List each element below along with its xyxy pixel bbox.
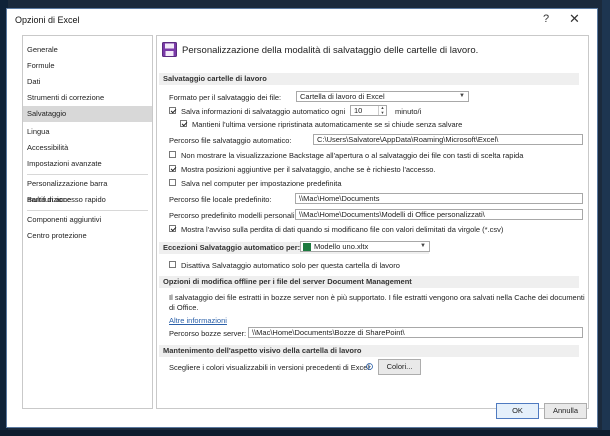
autosave-minutes-value: 10 [354,106,363,115]
save-local-checkbox[interactable] [169,179,176,186]
nav-item-centro-protezione[interactable]: Centro protezione [23,228,152,244]
nav-divider [27,174,148,175]
save-local-label: Salva nel computer per impostazione pred… [181,179,342,188]
content-scrollbar[interactable]: ▲ ▼ [588,36,589,408]
nav-divider [27,210,148,211]
desktop-bottom-edge [0,430,610,436]
autosave-checkbox[interactable] [169,107,176,114]
workbook-dropdown[interactable]: Modello uno.xltx ▼ [300,241,430,252]
excel-options-dialog: Opzioni di Excel ? ✕ Generale Formule Da… [6,8,598,428]
nav-item-salvataggio[interactable]: Salvataggio [23,106,152,122]
backstage-checkbox[interactable] [169,151,176,158]
section-offline-editing: Opzioni di modifica offline per i file d… [159,276,579,288]
local-path-label: Percorso file locale predefinito: [169,195,272,204]
templates-path-input[interactable]: \\Mac\Home\Documents\Modelli di Office p… [295,209,583,220]
nav-item-strumenti-correzione[interactable]: Strumenti di correzione [23,90,152,106]
nav-item-impostazioni-avanzate[interactable]: Impostazioni avanzate [23,156,152,172]
local-path-value: \\Mac\Home\Documents [299,194,380,203]
ok-button[interactable]: OK [496,403,539,419]
offline-info-line1: Il salvataggio dei file estratti in bozz… [169,293,585,302]
autosave-minutes-stepper[interactable]: 10 ▲ ▼ [350,105,387,116]
format-label: Formato per il salvataggio dei file: [169,93,282,102]
keep-last-version-label: Mantieni l'ultima versione ripristinata … [192,120,463,129]
templates-path-label: Percorso predefinito modelli personali: [169,211,297,220]
drafts-label: Percorso bozze server: [169,329,247,338]
nav-item-formule[interactable]: Formule [23,58,152,74]
disable-autosave-checkbox[interactable] [169,261,176,268]
excel-file-icon [303,243,311,251]
nav-item-generale[interactable]: Generale [23,42,152,58]
backstage-label: Non mostrare la visualizzazione Backstag… [181,151,524,160]
titlebar: Opzioni di Excel ? ✕ [7,9,597,31]
info-icon[interactable] [366,363,373,370]
autorecover-path-input[interactable]: C:\Users\Salvatore\AppData\Roaming\Micro… [313,134,583,145]
colors-button[interactable]: Colori... [378,359,421,375]
format-dropdown[interactable]: Cartella di lavoro di Excel ▼ [296,91,469,102]
page-header: Personalizzazione della modalità di salv… [182,45,479,56]
chevron-down-icon: ▼ [420,243,426,249]
drafts-path-input[interactable]: \\Mac\Home\Documents\Bozze di SharePoint… [248,327,583,338]
scroll-down-icon[interactable]: ▼ [588,399,589,408]
keep-last-version-checkbox[interactable] [180,120,187,127]
local-path-input[interactable]: \\Mac\Home\Documents [295,193,583,204]
csv-warning-label: Mostra l'avviso sulla perdita di dati qu… [181,225,504,234]
offline-info-line2: di Office. [169,303,199,312]
workbook-value: Modello uno.xltx [314,242,369,251]
nav-item-lingua[interactable]: Lingua [23,124,152,140]
autosave-label: Salva informazioni di salvataggio automa… [181,107,346,116]
help-button[interactable]: ? [543,13,549,25]
show-locations-label: Mostra posizioni aggiuntive per il salva… [181,165,436,174]
save-disk-icon [162,42,177,57]
nav-item-barra-accesso-rapido[interactable]: Barra di accesso rapido [23,192,152,208]
scroll-up-icon[interactable]: ▲ [588,36,589,45]
csv-warning-checkbox[interactable] [169,225,176,232]
section-visual-appearance: Mantenimento dell'aspetto visivo della c… [159,345,579,357]
nav-item-componenti-aggiuntivi[interactable]: Componenti aggiuntivi [23,212,152,228]
autorecover-path-value: C:\Users\Salvatore\AppData\Roaming\Micro… [317,135,499,144]
dialog-title: Opzioni di Excel [15,15,80,25]
more-info-link[interactable]: Altre informazioni [169,316,227,325]
chevron-down-icon: ▼ [459,93,465,99]
disable-autosave-label: Disattiva Salvataggio automatico solo pe… [181,261,400,270]
options-content: Personalizzazione della modalità di salv… [156,35,589,409]
show-locations-checkbox[interactable] [169,165,176,172]
options-nav: Generale Formule Dati Strumenti di corre… [22,35,153,409]
colors-label: Scegliere i colori visualizzabili in ver… [169,363,372,372]
close-button[interactable]: ✕ [569,11,580,27]
exceptions-title: Eccezioni Salvataggio automatico per: [163,243,301,252]
cancel-button[interactable]: Annulla [544,403,587,419]
desktop-right-edge [602,0,610,436]
nav-item-dati[interactable]: Dati [23,74,152,90]
minutes-unit: minuto/i [395,107,422,116]
nav-item-accessibilita[interactable]: Accessibilità [23,140,152,156]
autorecover-path-label: Percorso file salvataggio automatico: [169,136,292,145]
format-value: Cartella di lavoro di Excel [300,92,385,101]
templates-path-value: \\Mac\Home\Documents\Modelli di Office p… [299,210,485,219]
drafts-path-value: \\Mac\Home\Documents\Bozze di SharePoint… [252,328,405,337]
nav-item-personalizzazione-barra[interactable]: Personalizzazione barra multifunzione [23,176,152,204]
section-save-workbooks: Salvataggio cartelle di lavoro [159,73,579,85]
spin-arrows-icon[interactable]: ▲ ▼ [378,106,386,115]
